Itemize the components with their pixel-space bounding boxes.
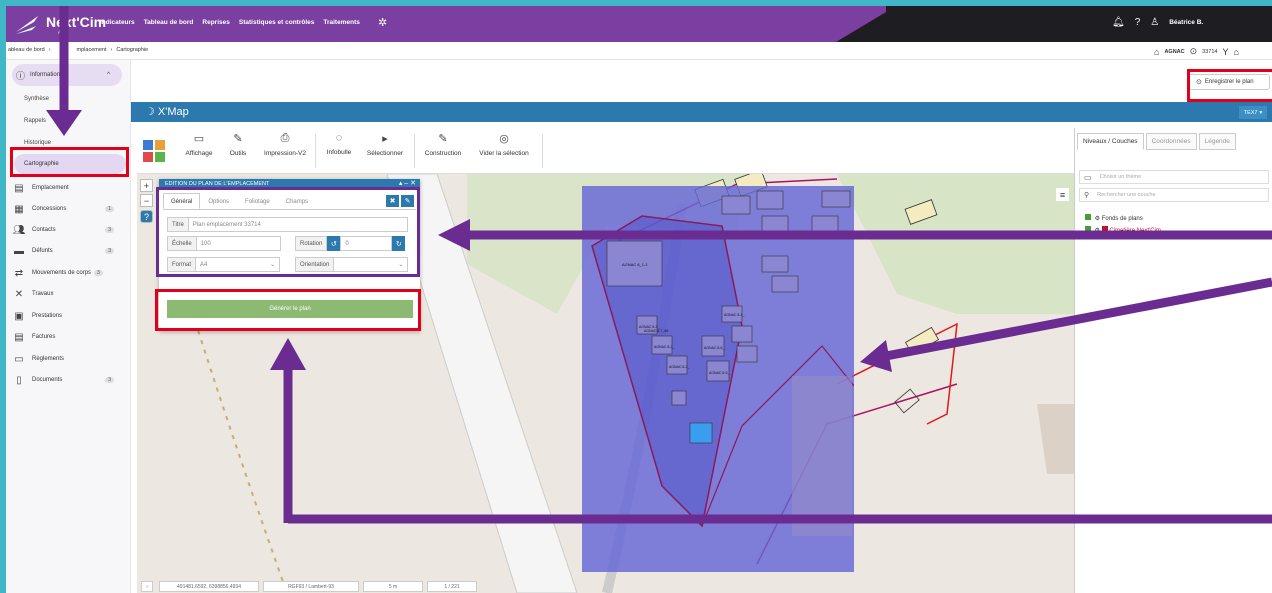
arrow-head-up [270,338,306,370]
arrow-head-left [438,219,470,251]
arrow-head-left-diag [860,340,892,372]
app-window: Next'Cim Ap Indicateurs Tableau de bord … [6,6,1272,593]
arrow-head-down [46,110,82,136]
annotation-arrows [46,6,1272,524]
